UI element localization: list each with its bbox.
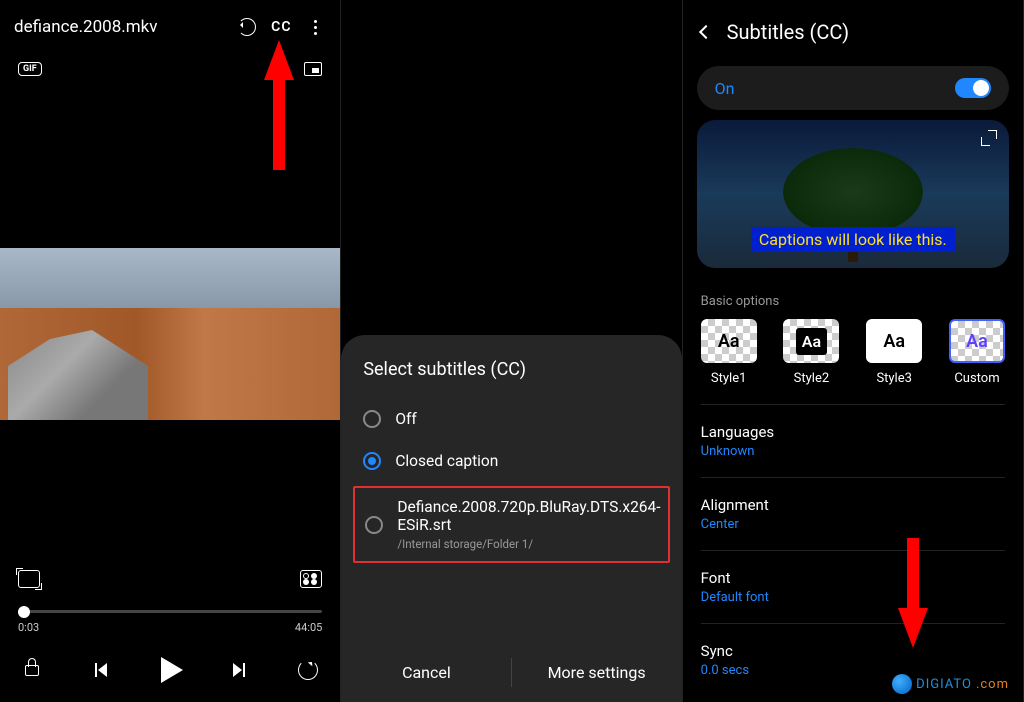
sheet-title: Select subtitles (CC) [341,359,681,398]
rotate-icon[interactable] [236,16,258,38]
style-swatch: Aa [866,319,922,363]
caption-preview[interactable]: Captions will look like this. [697,120,1009,268]
annotation-arrow-icon [264,40,294,174]
subtitles-sheet: Select subtitles (CC) Off Closed caption… [341,335,681,702]
subtitles-toggle[interactable]: On [697,66,1009,110]
sheet-actions: Cancel More settings [341,643,681,702]
style-1-option[interactable]: Aa Style1 [701,319,757,386]
expand-icon[interactable] [981,130,997,146]
style-swatch: Aa [949,319,1005,363]
play-button[interactable] [156,656,184,684]
aspect-icon[interactable] [300,570,322,588]
cancel-button[interactable]: Cancel [341,643,511,702]
loop-button[interactable] [294,656,322,684]
preview-tree [783,148,923,236]
toggle-label: On [715,79,735,98]
highlighted-option: Defiance.2008.720p.BluRay.DTS.x264-ESiR.… [353,486,669,563]
pip-icon[interactable] [304,62,322,76]
back-icon[interactable] [699,25,713,39]
progress-slider[interactable] [18,610,322,613]
lock-button[interactable] [18,656,46,684]
video-frame[interactable] [0,248,340,420]
font-setting[interactable]: Font Default font [683,555,1023,619]
section-basic-options: Basic options [683,278,1023,319]
style-3-option[interactable]: Aa Style3 [866,319,922,386]
radio-icon [365,516,383,534]
previous-button[interactable] [87,656,115,684]
player-controls-area: 0:03 44:05 [0,558,340,702]
radio-icon [363,410,381,428]
gif-button[interactable]: GIF [18,62,42,76]
next-button[interactable] [225,656,253,684]
video-title: defiance.2008.mkv [14,17,224,37]
watermark: DIGIATO.com [892,674,1009,694]
settings-title: Subtitles (CC) [727,20,849,44]
time-total: 44:05 [295,621,322,634]
time-current: 0:03 [18,621,39,634]
switch-icon [955,78,991,98]
style-2-option[interactable]: Aa Style2 [783,319,839,386]
radio-icon [363,452,381,470]
style-swatch: Aa [783,319,839,363]
watermark-logo-icon [892,674,912,694]
option-off[interactable]: Off [341,398,681,440]
video-player-panel: defiance.2008.mkv CC GIF 0:03 44:05 [0,0,341,702]
annotation-arrow-icon [898,538,928,652]
caption-sample-text: Captions will look like this. [751,227,955,252]
style-custom-option[interactable]: Aa Custom [949,319,1005,386]
select-subtitles-panel: Select subtitles (CC) Off Closed caption… [341,0,682,702]
cc-button[interactable]: CC [270,16,292,38]
capture-icon[interactable] [18,570,40,588]
settings-header: Subtitles (CC) [683,0,1023,60]
style-swatch: Aa [701,319,757,363]
style-selector: Aa Style1 Aa Style2 Aa Style3 Aa Custom [683,319,1023,386]
more-settings-button[interactable]: More settings [512,643,682,702]
option-srt-file[interactable]: Defiance.2008.720p.BluRay.DTS.x264-ESiR.… [365,498,657,551]
subtitles-settings-panel: Subtitles (CC) On Captions will look lik… [683,0,1024,702]
more-options-icon[interactable] [304,16,326,38]
alignment-setting[interactable]: Alignment Center [683,482,1023,546]
languages-setting[interactable]: Languages Unknown [683,409,1023,473]
option-closed-caption[interactable]: Closed caption [341,440,681,482]
